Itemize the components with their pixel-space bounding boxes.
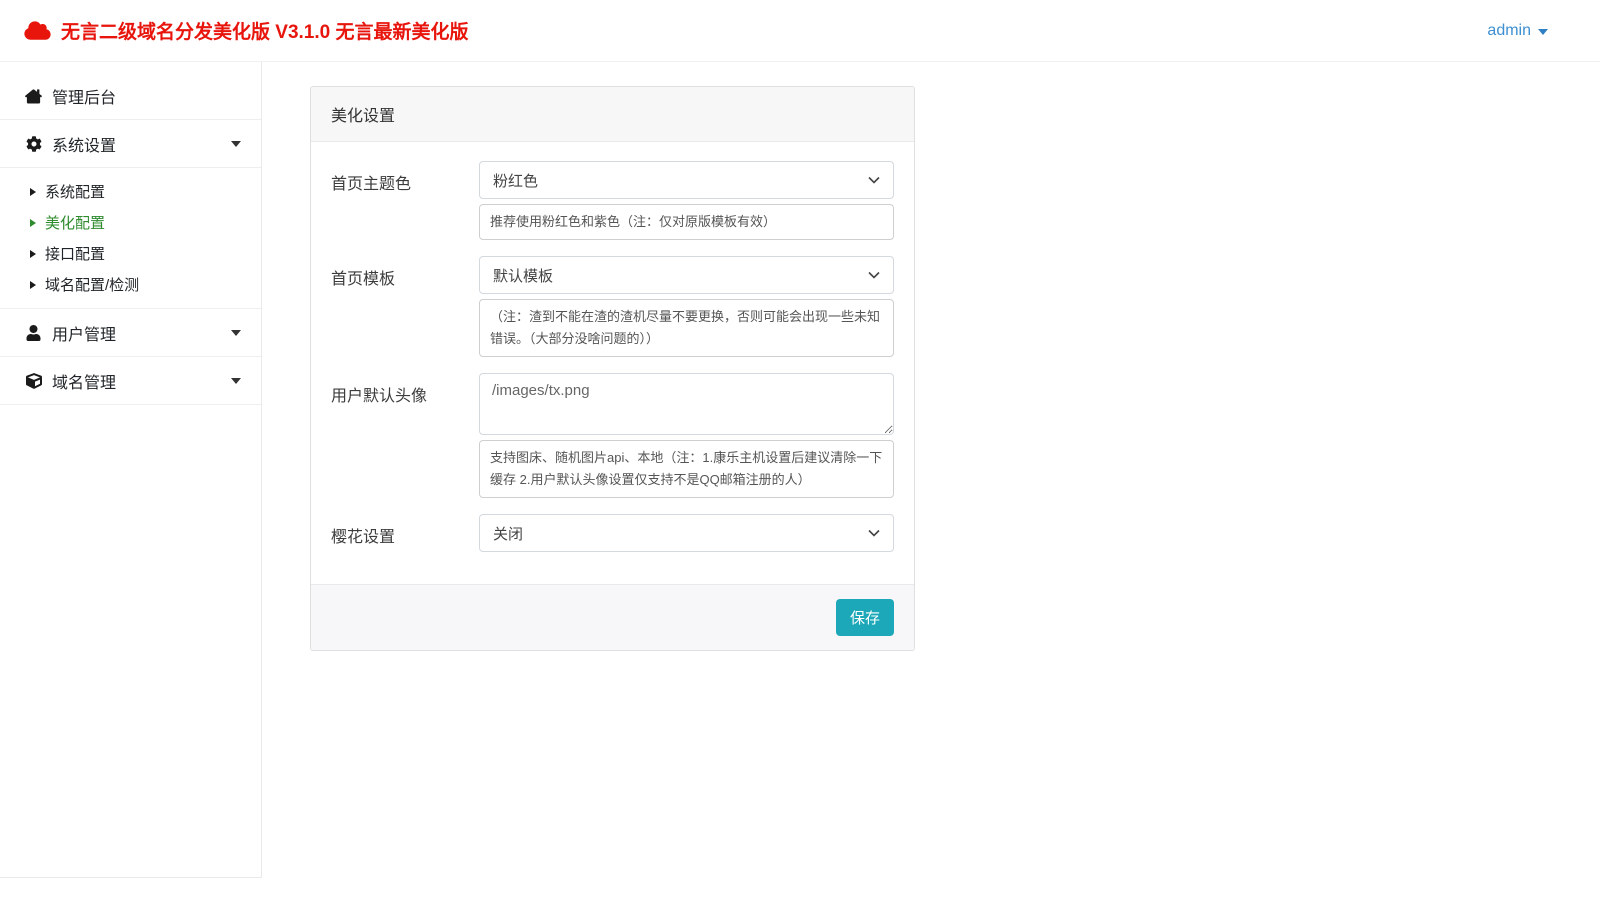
sidebar: 管理后台 系统设置 系统配置 美化配置 接口配置 域名配置/检测 用户管理 [0,62,262,878]
default-avatar-label: 用户默认头像 [331,373,479,498]
chevron-down-icon [868,176,880,184]
user-dropdown[interactable]: admin [1487,22,1548,40]
form-row-sakura: 樱花设置 关闭 [331,514,894,552]
theme-color-help: 推荐使用粉红色和紫色（注：仅对原版模板有效） [479,204,894,240]
system-settings-submenu: 系统配置 美化配置 接口配置 域名配置/检测 [0,168,261,309]
brand: 无言二级域名分发美化版 V3.1.0 无言最新美化版 [24,17,469,44]
sidebar-subitem-label: 域名配置/检测 [45,274,139,295]
sidebar-item-label: 系统设置 [52,132,116,156]
sidebar-item-admin-home[interactable]: 管理后台 [0,72,261,120]
chevron-down-icon [231,378,241,384]
card-footer: 保存 [311,584,914,650]
sakura-label: 樱花设置 [331,514,479,552]
sidebar-item-label: 管理后台 [52,84,116,108]
user-icon [24,324,43,341]
brand-title: 无言二级域名分发美化版 V3.1.0 无言最新美化版 [61,17,469,44]
sidebar-item-label: 域名管理 [52,369,116,393]
chevron-down-icon [1538,29,1548,35]
caret-right-icon [30,250,36,258]
chevron-down-icon [231,141,241,147]
gear-icon [24,135,43,152]
selected-value: 默认模板 [493,265,553,286]
cube-icon [24,372,43,389]
sidebar-subitem-label: 系统配置 [45,181,105,202]
card-title: 美化设置 [311,87,914,142]
home-template-help: （注：渣到不能在渣的渣机尽量不要更换，否则可能会出现一些未知错误。（大部分没啥问… [479,299,894,357]
main-content: 美化设置 首页主题色 粉红色 推荐使用粉红色和紫色（注：仅对原版模板有效） [263,62,1600,900]
home-template-select[interactable]: 默认模板 [479,256,894,294]
default-avatar-input[interactable]: /images/tx.png [479,373,894,435]
sakura-select[interactable]: 关闭 [479,514,894,552]
form-row-default-avatar: 用户默认头像 /images/tx.png 支持图床、随机图片api、本地（注：… [331,373,894,498]
sidebar-item-system-settings[interactable]: 系统设置 [0,120,261,168]
theme-color-label: 首页主题色 [331,161,479,240]
sidebar-subitem-system-config[interactable]: 系统配置 [0,176,261,207]
caret-right-icon [30,188,36,196]
caret-right-icon [30,219,36,227]
chevron-down-icon [231,330,241,336]
home-icon [24,87,43,104]
app-header: 无言二级域名分发美化版 V3.1.0 无言最新美化版 admin [0,0,1600,62]
sidebar-subitem-label: 美化配置 [45,212,105,233]
chevron-down-icon [868,271,880,279]
sidebar-item-label: 用户管理 [52,321,116,345]
cloud-icon [24,20,51,41]
chevron-down-icon [868,529,880,537]
default-avatar-help: 支持图床、随机图片api、本地（注：1.康乐主机设置后建议清除一下缓存 2.用户… [479,440,894,498]
selected-value: 粉红色 [493,170,538,191]
settings-form: 首页主题色 粉红色 推荐使用粉红色和紫色（注：仅对原版模板有效） 首页模板 [311,142,914,584]
sidebar-subitem-domain-config-check[interactable]: 域名配置/检测 [0,269,261,300]
sidebar-subitem-label: 接口配置 [45,243,105,264]
form-row-theme-color: 首页主题色 粉红色 推荐使用粉红色和紫色（注：仅对原版模板有效） [331,161,894,240]
selected-value: 关闭 [493,523,523,544]
beautify-settings-card: 美化设置 首页主题色 粉红色 推荐使用粉红色和紫色（注：仅对原版模板有效） [310,86,915,651]
save-button[interactable]: 保存 [836,599,894,636]
username: admin [1487,22,1531,40]
sidebar-item-domain-management[interactable]: 域名管理 [0,357,261,405]
theme-color-select[interactable]: 粉红色 [479,161,894,199]
form-row-home-template: 首页模板 默认模板 （注：渣到不能在渣的渣机尽量不要更换，否则可能会出现一些未知… [331,256,894,357]
caret-right-icon [30,281,36,289]
sidebar-item-user-management[interactable]: 用户管理 [0,309,261,357]
sidebar-subitem-beautify-config[interactable]: 美化配置 [0,207,261,238]
home-template-label: 首页模板 [331,256,479,357]
sidebar-subitem-api-config[interactable]: 接口配置 [0,238,261,269]
